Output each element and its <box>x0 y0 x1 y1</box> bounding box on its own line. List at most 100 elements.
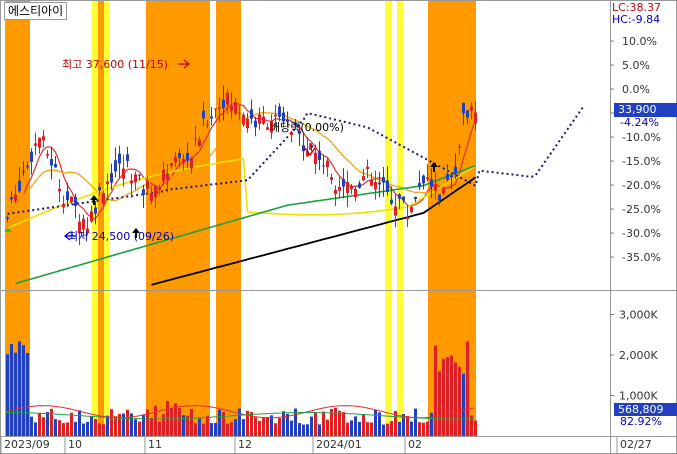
volume-tick-label: 1,000K <box>619 390 658 403</box>
volume-bar <box>78 410 81 436</box>
volume-bar <box>210 423 213 436</box>
candle-body <box>154 185 157 198</box>
current-volume-pct: 82.92% <box>620 415 662 428</box>
current-change-label: -4.24% <box>620 116 659 129</box>
candle-body <box>130 180 133 184</box>
volume-bar <box>194 423 197 436</box>
volume-bar <box>10 344 13 436</box>
volume-bar <box>162 414 165 436</box>
volume-bar <box>166 400 169 436</box>
volume-bar <box>462 373 465 436</box>
volume-bar <box>118 413 121 436</box>
candle-body <box>102 193 105 204</box>
highlight-band <box>216 0 241 436</box>
chart-title: 에스티아이 <box>4 2 68 20</box>
volume-bar <box>290 420 293 436</box>
candle-body <box>318 150 321 160</box>
volume-bar <box>134 419 137 436</box>
candle-body <box>42 136 45 141</box>
candle-body <box>458 146 461 148</box>
candle-body <box>430 179 433 187</box>
candle-body <box>46 153 49 156</box>
volume-bar <box>70 412 73 436</box>
current-price-badge: 33,900 <box>614 103 677 117</box>
pct-tick-label: 5.0% <box>622 59 650 72</box>
candle-body <box>250 109 253 119</box>
candle-body <box>178 152 181 158</box>
candle-body <box>434 185 437 191</box>
candle-body <box>198 139 201 147</box>
candle-body <box>26 166 29 168</box>
volume-bar <box>226 423 229 436</box>
volume-bar <box>446 357 449 436</box>
volume-bar <box>154 405 157 436</box>
candle-body <box>366 166 369 169</box>
volume-bar <box>238 408 241 436</box>
highlight-band <box>385 0 392 436</box>
volume-bar <box>74 421 77 436</box>
volume-bar <box>278 418 281 436</box>
candle-body <box>450 175 453 177</box>
volume-bar <box>190 408 193 436</box>
candle-body <box>302 145 305 152</box>
candle-body <box>418 183 421 187</box>
pct-tick-label: -35.0% <box>622 251 661 264</box>
candle-body <box>370 179 373 186</box>
candle-body <box>174 156 177 163</box>
volume-bar <box>150 417 153 436</box>
pct-tick-label: -15.0% <box>622 155 661 168</box>
candle-body <box>274 114 277 117</box>
candle-body <box>406 217 409 220</box>
high-annotation: 최고 37,600 (11/15) <box>62 58 168 71</box>
volume-bar <box>34 422 37 436</box>
time-tick-label: 10 <box>68 438 82 451</box>
candle-body <box>90 211 93 222</box>
volume-bar <box>422 422 425 436</box>
candle-body <box>186 152 189 161</box>
volume-bar <box>306 424 309 436</box>
volume-bar <box>206 415 209 436</box>
volume-bar <box>366 422 369 436</box>
candle-body <box>150 192 153 202</box>
volume-bar <box>358 421 361 436</box>
volume-bar <box>398 421 401 436</box>
candle-body <box>354 189 357 198</box>
volume-bar <box>258 420 261 436</box>
candle-body <box>22 170 25 173</box>
candle-body <box>110 173 113 183</box>
candle-body <box>82 218 85 230</box>
candle-body <box>422 175 425 184</box>
candle-body <box>202 110 205 119</box>
candle-body <box>234 101 237 114</box>
volume-bar <box>198 418 201 436</box>
volume-bar <box>386 423 389 436</box>
candle-body <box>118 153 121 164</box>
candle-body <box>106 181 109 185</box>
volume-bar <box>14 352 17 436</box>
candle-body <box>38 137 41 148</box>
volume-bar <box>370 422 373 436</box>
candle-body <box>30 151 33 162</box>
candle-body <box>314 152 317 164</box>
volume-bar <box>302 424 305 436</box>
volume-bar <box>58 420 61 436</box>
volume-bar <box>202 423 205 436</box>
volume-bar <box>242 419 245 436</box>
candle-body <box>330 177 333 180</box>
candle-body <box>94 207 97 214</box>
candle-body <box>58 188 61 192</box>
volume-bar <box>30 416 33 436</box>
pct-tick-label: -30.0% <box>622 227 661 240</box>
volume-bar <box>334 407 337 436</box>
candle-body <box>134 174 137 183</box>
volume-bar <box>346 422 349 436</box>
candle-body <box>390 199 393 204</box>
volume-bar <box>450 355 453 436</box>
volume-bar <box>338 410 341 436</box>
candle-body <box>282 112 285 122</box>
candle-body <box>426 177 429 180</box>
candle-body <box>62 204 65 208</box>
volume-bar <box>62 423 65 436</box>
volume-bar <box>170 407 173 436</box>
candle-body <box>338 186 341 191</box>
